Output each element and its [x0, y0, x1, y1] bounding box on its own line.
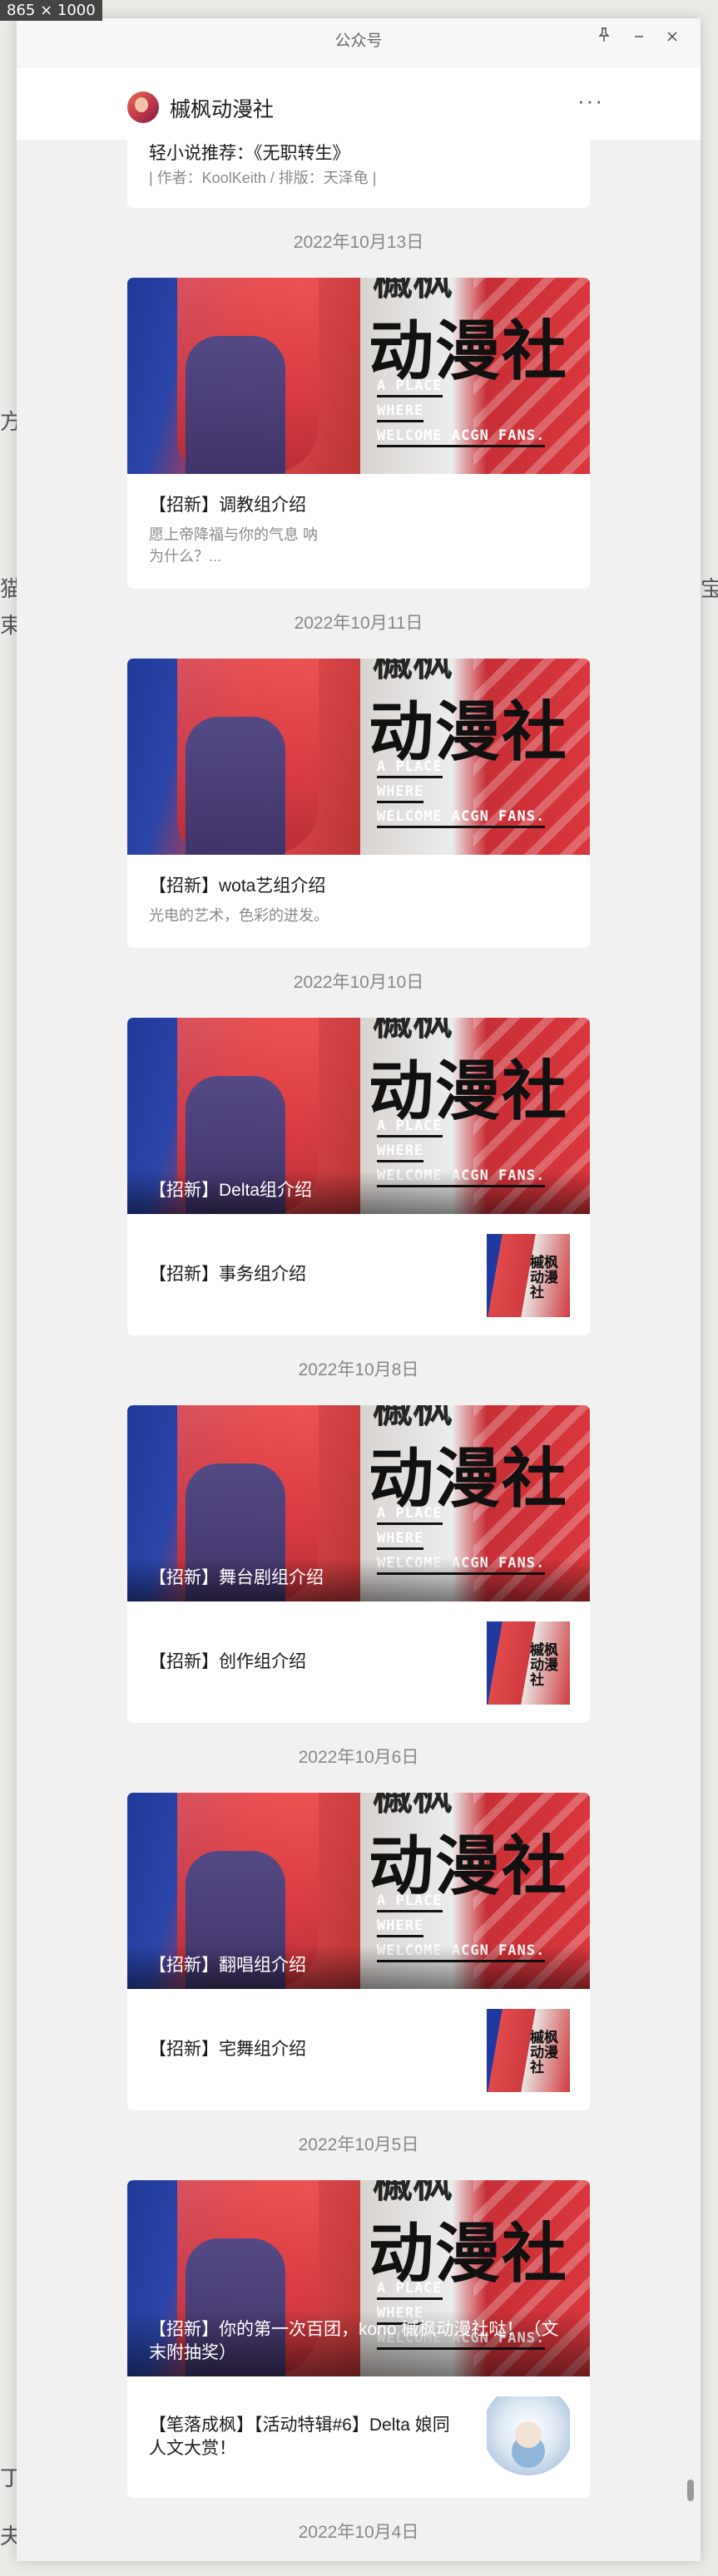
article-description: 光电的艺术，色彩的迸发。: [149, 907, 329, 924]
scrollbar-thumb[interactable]: [687, 2480, 694, 2501]
cover-title: 【招新】Delta组介绍: [127, 1171, 590, 1214]
date-divider: 2022年10月10日: [293, 973, 424, 992]
article-card[interactable]: 槭枫 动漫社 A PLACE WHERE WELCOME ACGN FANS. 【招新】调…: [127, 278, 590, 589]
partial-article-card[interactable]: 轻小说推荐：《无职转生》 | 作者：KoolKeith / 排版：天泽龟 |: [127, 140, 590, 208]
date-divider: 2022年10月13日: [293, 233, 424, 252]
cover-character-body: [186, 336, 285, 474]
cover-tagline: WHERE: [377, 1142, 424, 1162]
article-card[interactable]: 槭枫动漫社A PLACEWHEREWELCOME ACGN FANS.【招新】舞…: [127, 1405, 590, 1723]
pin-icon[interactable]: [587, 23, 621, 52]
article-title: 轻小说推荐：《无职转生》: [149, 144, 350, 163]
cover-title: 【招新】翻唱组介绍: [127, 1946, 590, 1989]
cover-title: 【招新】舞台剧组介绍: [127, 1558, 590, 1601]
cover-image: 槭枫 动漫社 A PLACE WHERE WELCOME ACGN FANS.: [127, 278, 590, 474]
background-char: 宝: [701, 577, 718, 602]
article-card[interactable]: 槭枫动漫社A PLACEWHEREWELCOME ACGN FANS.【招新】翻…: [127, 1793, 590, 2110]
avatar[interactable]: [127, 91, 159, 123]
thumbnail-text: 槭枫动漫社: [530, 1255, 558, 1300]
sub-article-title: 【笔落成枫】【活动特辑#6】Delta 娘同人文大赏！: [149, 2416, 450, 2458]
account-header: 槭枫动漫社 ···: [17, 68, 701, 140]
cover-image: 槭枫动漫社A PLACEWHEREWELCOME ACGN FANS.【招新】舞…: [127, 1405, 590, 1601]
article-feed: 轻小说推荐：《无职转生》 | 作者：KoolKeith / 排版：天泽龟 | 2…: [127, 140, 590, 2561]
article-card[interactable]: 槭枫动漫社A PLACEWHEREWELCOME ACGN FANS.【招新】D…: [127, 1018, 590, 1335]
account-name[interactable]: 槭枫动漫社: [170, 93, 274, 123]
cover-tagline: WELCOME ACGN FANS.: [377, 427, 546, 447]
date-divider: 2022年10月11日: [294, 614, 423, 633]
cover-tagline: A PLACE: [377, 1118, 443, 1137]
article-card[interactable]: 槭枫动漫社A PLACEWHEREWELCOME ACGN FANS.【招新】你…: [127, 2180, 590, 2498]
sub-article-item[interactable]: 【笔落成枫】【活动特辑#6】Delta 娘同人文大赏！: [127, 2376, 590, 2498]
sub-article-item[interactable]: 【招新】宅舞组介绍 槭枫动漫社: [127, 1989, 590, 2110]
cover-image: 槭枫 动漫社 A PLACE WHERE WELCOME ACGN FANS.: [127, 659, 590, 855]
article-thumbnail: 槭枫动漫社: [487, 1621, 570, 1705]
cover-image: 槭枫动漫社A PLACEWHEREWELCOME ACGN FANS.【招新】你…: [127, 2180, 590, 2376]
titlebar: 公众号: [17, 18, 701, 68]
cover-tagline: WHERE: [377, 1530, 424, 1550]
sub-article-title: 【招新】创作组介绍: [149, 1652, 306, 1671]
date-divider: 2022年10月5日: [298, 2135, 419, 2154]
cover-tagline: A PLACE: [377, 1893, 443, 1912]
close-icon[interactable]: [656, 23, 689, 52]
article-thumbnail: 槭枫动漫社: [487, 1234, 570, 1317]
cover-tagline: A PLACE: [377, 758, 443, 778]
wechat-official-account-window: 公众号 槭枫动漫社 ··· 轻小说推荐：《无职转生》 | 作者：KoolKeit…: [17, 18, 701, 2561]
cover-character-body: [186, 717, 285, 855]
sub-article-title: 【招新】宅舞组介绍: [149, 2040, 306, 2059]
dimension-label: 865 × 1000: [0, 0, 102, 21]
article-card[interactable]: 槭枫 动漫社 A PLACE WHERE WELCOME ACGN FANS. 【招新】w…: [127, 659, 590, 948]
date-divider: 2022年10月8日: [298, 1360, 419, 1379]
cover-tagline: WHERE: [377, 1917, 424, 1937]
thumbnail-text: 槭枫动漫社: [530, 1642, 558, 1688]
more-icon[interactable]: ···: [577, 88, 604, 114]
cover-tagline: WHERE: [377, 402, 424, 422]
cover-tagline: WHERE: [377, 783, 424, 803]
article-meta: | 作者：KoolKeith / 排版：天泽龟 |: [149, 170, 377, 186]
cover-tagline: A PLACE: [377, 1505, 443, 1525]
cover-tagline: WELCOME ACGN FANS.: [377, 808, 546, 828]
minimize-icon[interactable]: [622, 23, 656, 52]
date-divider: 2022年10月6日: [298, 1748, 419, 1767]
sub-article-item[interactable]: 【招新】事务组介绍 槭枫动漫社: [127, 1214, 590, 1335]
cover-tagline: A PLACE: [377, 2280, 443, 2300]
cover-image: 槭枫动漫社A PLACEWHEREWELCOME ACGN FANS.【招新】翻…: [127, 1793, 590, 1989]
article-text: 【招新】调教组介绍愿上帝降福与你的气息 呐 为什么？...: [127, 474, 590, 589]
article-title: 【招新】wota艺组介绍: [149, 876, 326, 896]
article-text: 【招新】wota艺组介绍 光电的艺术，色彩的迸发。: [127, 855, 590, 948]
article-title: 【招新】调教组介绍: [149, 496, 306, 515]
date-divider: 2022年10月4日: [298, 2523, 419, 2542]
cover-image: 槭枫动漫社A PLACEWHEREWELCOME ACGN FANS.【招新】D…: [127, 1018, 590, 1214]
article-thumbnail: 槭枫动漫社: [487, 2009, 570, 2092]
article-thumbnail: [487, 2396, 570, 2480]
cover-title: 【招新】你的第一次百团，kono 槭枫动漫社哒！（文末附抽奖）: [127, 2310, 590, 2376]
article-description: 愿上帝降福与你的气息 呐 为什么？...: [149, 526, 318, 565]
thumbnail-text: 槭枫动漫社: [530, 2030, 558, 2075]
sub-article-item[interactable]: 【招新】创作组介绍 槭枫动漫社: [127, 1601, 590, 1723]
cover-tagline: A PLACE: [377, 378, 443, 397]
sub-article-title: 【招新】事务组介绍: [149, 1265, 306, 1284]
